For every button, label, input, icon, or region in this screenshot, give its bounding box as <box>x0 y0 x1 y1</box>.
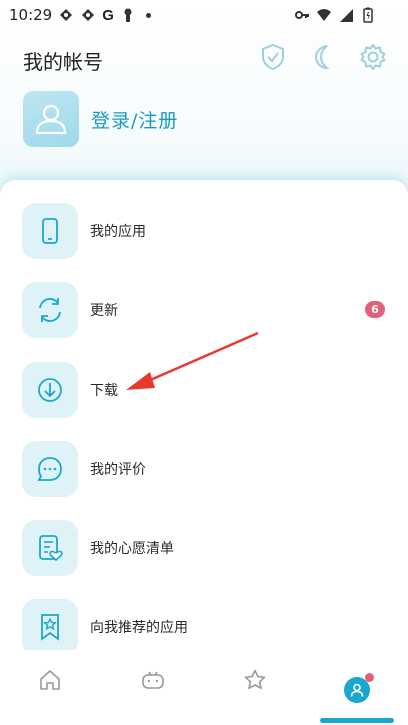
home-icon <box>40 670 60 690</box>
moon-icon[interactable] <box>308 42 338 72</box>
menu-item-my-apps[interactable]: 我的应用 <box>22 202 382 260</box>
menu-item-my-reviews[interactable]: 我的评价 <box>22 440 382 498</box>
key-icon <box>295 11 309 19</box>
login-register-link[interactable]: 登录/注册 <box>91 106 178 133</box>
nav-favorites[interactable] <box>240 665 270 695</box>
menu-item-recommended[interactable]: 向我推荐的应用 <box>22 598 382 656</box>
notification-dot <box>365 673 374 682</box>
menu-label: 我的应用 <box>90 224 146 240</box>
page-title: 我的帐号 <box>23 50 103 74</box>
update-count-badge: 6 <box>365 301 385 318</box>
menu-icon-tile <box>22 282 78 338</box>
menu-icon-tile <box>22 441 78 497</box>
menu-label: 我的评价 <box>90 462 146 478</box>
nav-home[interactable] <box>35 665 65 695</box>
wishlist-icon <box>39 535 63 562</box>
menu-item-downloads[interactable]: 下载 <box>22 361 382 419</box>
dot-icon <box>145 12 151 18</box>
login-register-row[interactable]: 登录/注册 <box>23 90 178 148</box>
header: 我的帐号 <box>0 40 408 80</box>
nav-profile[interactable] <box>342 673 374 705</box>
gear-icon[interactable] <box>358 42 388 72</box>
game-controller-icon <box>82 9 95 21</box>
menu-icon-tile <box>22 520 78 576</box>
user-icon <box>35 104 67 135</box>
status-right <box>294 7 408 23</box>
status-time: 10:29 <box>9 6 53 24</box>
menu-icon-tile <box>22 362 78 418</box>
header-actions <box>258 42 388 72</box>
star-icon <box>244 669 266 690</box>
shield-check-icon[interactable] <box>258 42 288 72</box>
menu-label: 下载 <box>90 383 118 399</box>
keyhole-icon <box>124 8 132 22</box>
menu-icon-tile <box>22 203 78 259</box>
menu-item-updates[interactable]: 更新 6 <box>22 281 385 339</box>
profile-icon <box>350 683 364 697</box>
game-controller-icon <box>60 9 73 21</box>
menu-icon-tile <box>22 599 78 655</box>
profile-active-indicator <box>344 673 374 703</box>
wifi-icon <box>317 9 331 21</box>
status-bar: 10:29 G <box>0 0 408 30</box>
battery-icon <box>363 7 373 23</box>
download-icon <box>38 378 62 402</box>
nav-games[interactable] <box>138 665 168 695</box>
signal-icon <box>340 9 353 22</box>
menu-label: 更新 <box>90 303 118 319</box>
nav-active-underline <box>320 718 394 723</box>
bookmark-star-icon <box>41 614 59 641</box>
menu-label: 向我推荐的应用 <box>90 620 188 636</box>
game-icon <box>142 671 164 689</box>
status-left: 10:29 G <box>0 6 151 24</box>
phone-icon <box>42 218 58 244</box>
menu-item-wishlist[interactable]: 我的心愿清单 <box>22 519 382 577</box>
refresh-icon <box>39 298 61 322</box>
g-icon: G <box>102 6 114 24</box>
comment-icon <box>37 457 62 481</box>
avatar <box>23 91 79 147</box>
menu-label: 我的心愿清单 <box>90 541 174 557</box>
